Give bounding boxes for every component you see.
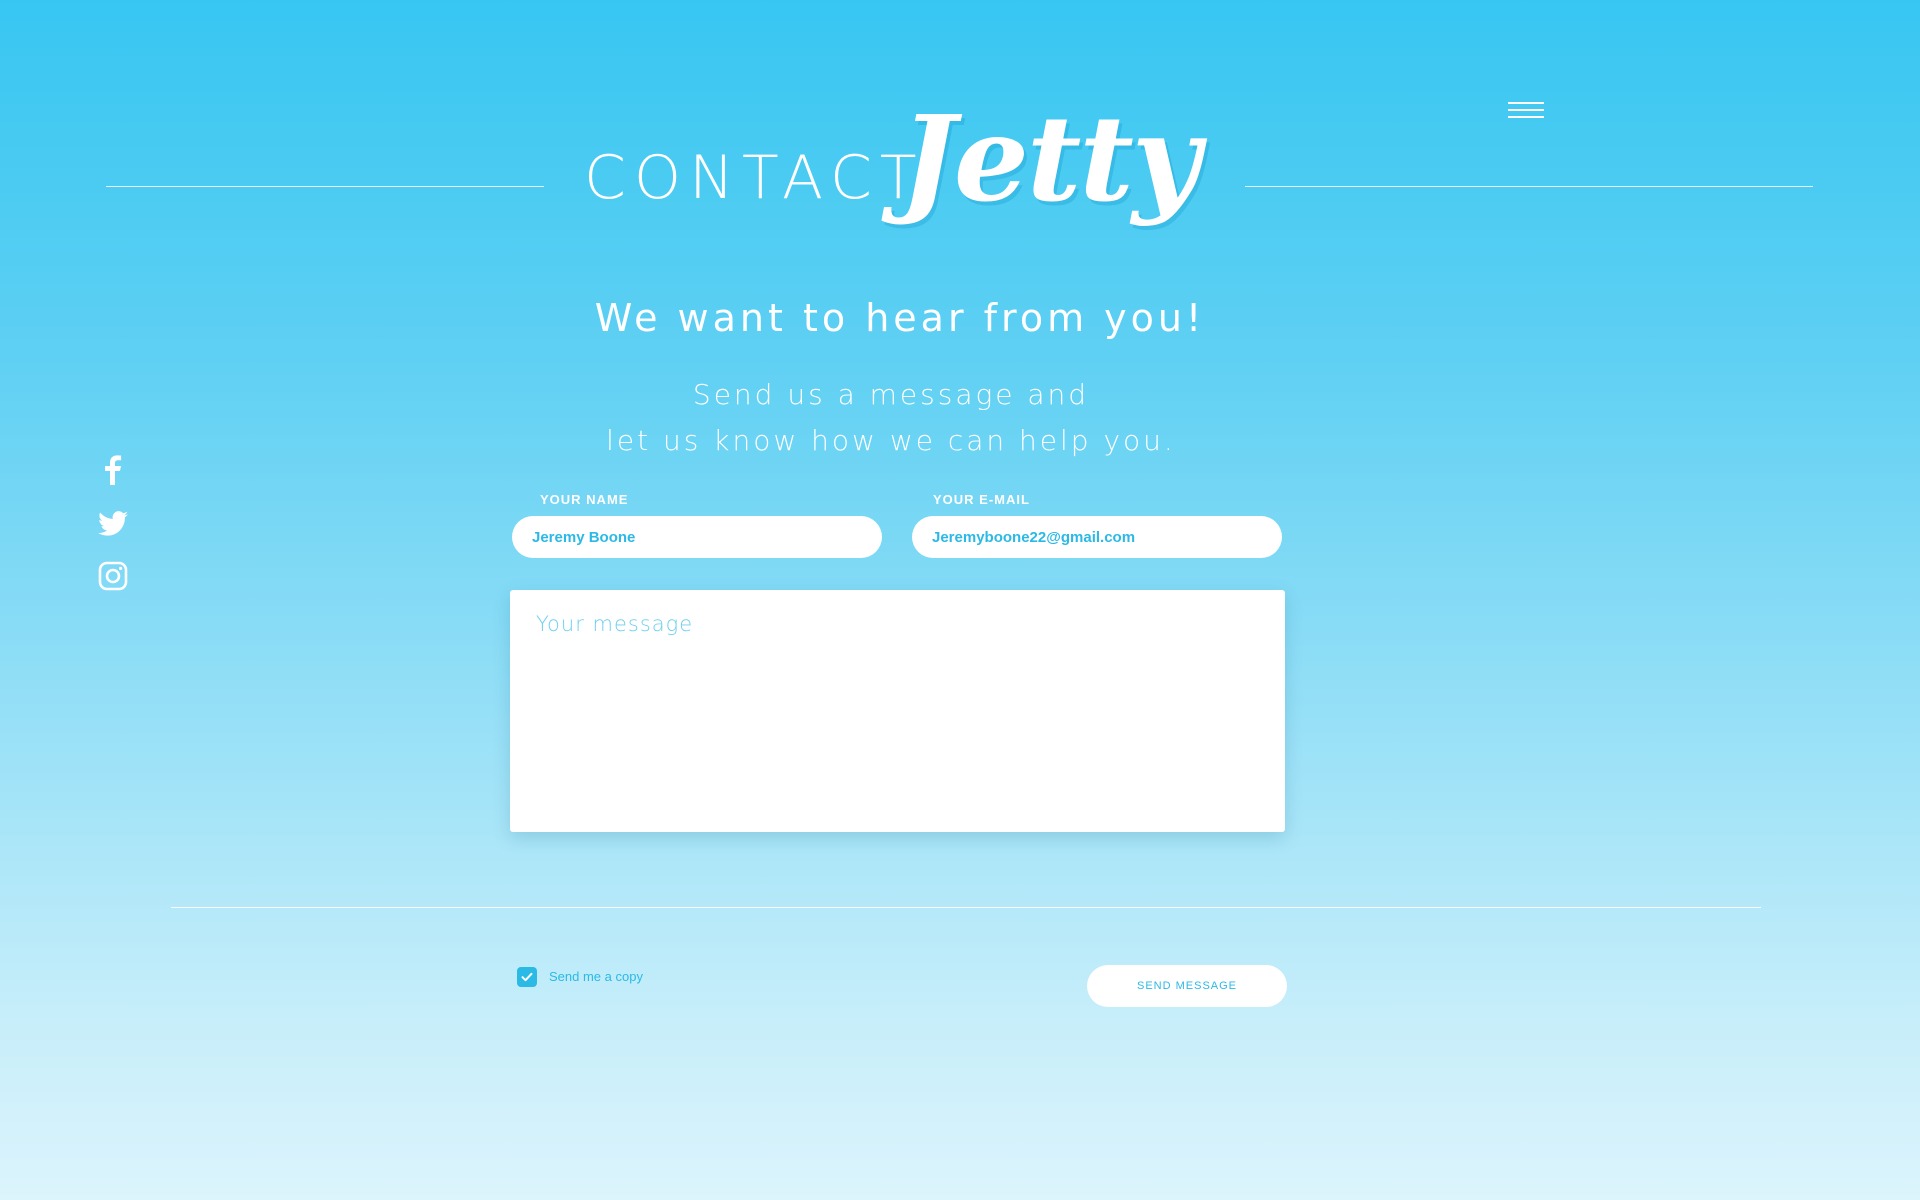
page-subline-2: let us know how we can help you. (606, 424, 1176, 457)
send-message-button[interactable]: SEND MESSAGE (1087, 965, 1287, 1007)
twitter-icon[interactable] (96, 506, 130, 540)
menu-bar (1508, 102, 1544, 104)
facebook-icon[interactable] (96, 452, 130, 486)
send-copy-checkbox[interactable] (517, 967, 537, 987)
email-field-label: YOUR E-MAIL (933, 492, 1030, 507)
name-field[interactable] (512, 516, 882, 558)
header-divider-right (1245, 186, 1813, 187)
brand-contact-text: CONTACT (584, 143, 925, 213)
brand-script-text: Jetty (900, 89, 1200, 228)
message-textarea[interactable] (510, 590, 1285, 832)
form-divider (171, 907, 1761, 908)
checkmark-icon (521, 972, 533, 982)
email-field[interactable] (912, 516, 1282, 558)
page-headline: We want to hear from you! (594, 296, 1206, 340)
menu-bar (1508, 116, 1544, 118)
name-field-label: YOUR NAME (540, 492, 629, 507)
menu-bar (1508, 109, 1544, 111)
brand-logo: CONTACT Jetty (584, 100, 1224, 260)
send-copy-label: Send me a copy (549, 969, 643, 984)
instagram-icon[interactable] (96, 559, 130, 593)
header-divider-left (106, 186, 544, 187)
hamburger-menu-icon[interactable] (1508, 102, 1544, 122)
page-subline-1: Send us a message and (692, 378, 1090, 411)
